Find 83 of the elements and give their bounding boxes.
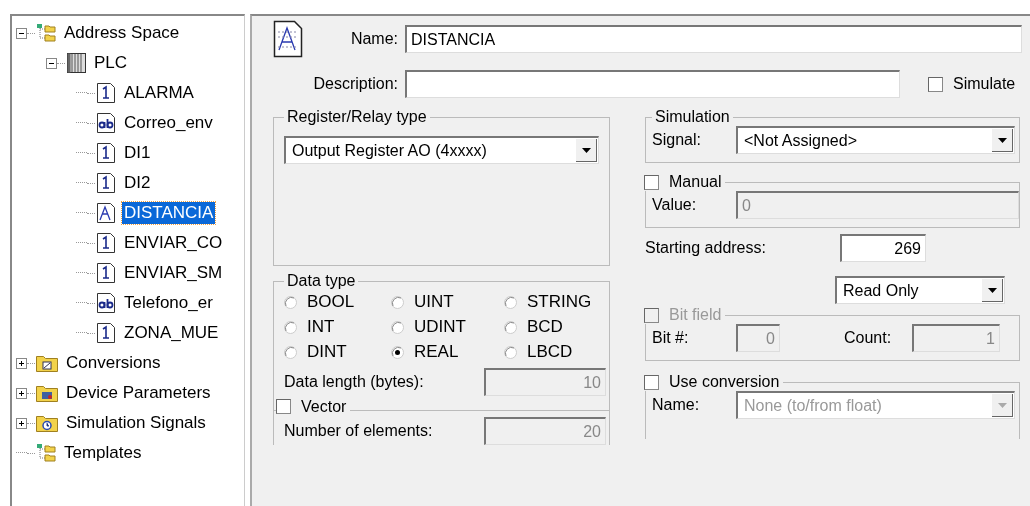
bit-tag-icon <box>95 172 117 194</box>
analog-tag-icon <box>95 202 117 224</box>
field-label: Name: <box>652 396 701 414</box>
bit-tag-icon <box>95 142 117 164</box>
collapse-icon[interactable] <box>46 57 57 69</box>
tree-item[interactable]: ENVIAR_CO <box>122 232 225 254</box>
radio-button[interactable] <box>391 295 404 309</box>
tree-item[interactable]: Address Space <box>62 22 182 44</box>
tree-item[interactable]: PLC <box>92 52 130 74</box>
radio-button[interactable] <box>391 345 404 359</box>
tree-item[interactable]: Conversions <box>64 352 163 374</box>
radio-button[interactable] <box>284 295 297 309</box>
radio-button[interactable] <box>504 320 517 334</box>
folder-icon <box>35 353 59 373</box>
group-title: Register/Relay type <box>286 108 428 126</box>
caret-icon <box>581 147 591 153</box>
text-tag-icon <box>95 292 117 314</box>
tree-item[interactable]: DI1 <box>122 142 153 164</box>
field-label: Count: <box>844 329 893 347</box>
folder-icon <box>35 413 59 433</box>
folder-tree-icon <box>35 443 57 463</box>
field-label: Bit #: <box>652 329 690 347</box>
radio-button[interactable] <box>284 320 297 334</box>
field-label: Data length (bytes): <box>284 373 424 391</box>
access-dropdown[interactable]: Read Only <box>835 276 1005 304</box>
folder-tree-icon <box>35 23 57 43</box>
radio-button[interactable] <box>504 295 517 309</box>
device-icon <box>65 52 87 74</box>
expand-icon[interactable] <box>16 357 27 369</box>
expand-icon[interactable] <box>16 387 27 399</box>
radio-label: STRING <box>527 292 592 312</box>
tree-item[interactable]: ENVIAR_SM <box>122 262 225 284</box>
group-title: Simulation <box>654 108 731 126</box>
checkbox-label: Use conversion <box>669 373 780 391</box>
checkbox-label: Simulate <box>953 75 1016 93</box>
folder-icon <box>35 383 59 403</box>
name-field[interactable]: DISTANCIA <box>405 25 1022 53</box>
field-label: Description: <box>313 75 398 93</box>
radio-button[interactable] <box>284 345 297 359</box>
caret-icon <box>997 137 1007 143</box>
radio-button[interactable] <box>391 320 404 334</box>
radio-label: REAL <box>414 342 459 362</box>
expand-icon[interactable] <box>16 417 27 429</box>
field-label: Name: <box>350 30 398 48</box>
radio-label: BCD <box>527 317 563 337</box>
field-label: Signal: <box>652 131 702 149</box>
group-title: Data type <box>286 272 357 290</box>
checkbox-label: Manual <box>669 173 722 191</box>
tree-item[interactable]: Device Parameters <box>64 382 213 404</box>
field-label: Value: <box>652 196 698 214</box>
field-label: Starting address: <box>645 239 767 257</box>
tree-item[interactable]: Templates <box>62 442 144 464</box>
bit-tag-icon <box>95 262 117 284</box>
checkbox[interactable] <box>928 76 943 92</box>
bit-tag-icon <box>95 232 117 254</box>
starting-address-field[interactable]: 269 <box>840 234 926 262</box>
text-tag-icon <box>95 112 117 134</box>
radio-label: UINT <box>414 292 454 312</box>
analog-tag-icon <box>273 20 303 58</box>
tree-item[interactable]: Simulation Signals <box>64 412 208 434</box>
checkbox-label: Bit field <box>669 306 722 324</box>
field-label: Number of elements: <box>284 422 433 440</box>
bit-tag-icon <box>95 82 117 104</box>
radio-label: BOOL <box>307 292 355 312</box>
radio-button[interactable] <box>504 345 517 359</box>
description-field[interactable] <box>405 70 900 98</box>
signal-dropdown[interactable]: <Not Assigned> <box>736 126 1015 154</box>
checkbox-label: Vector <box>301 397 347 416</box>
tree-item[interactable]: Telefono_er <box>122 292 215 314</box>
caret-icon <box>997 402 1007 408</box>
tree-item[interactable]: DISTANCIA <box>122 202 216 224</box>
tree-item[interactable]: ZONA_MUE <box>122 322 221 344</box>
caret-icon <box>987 287 997 293</box>
radio-label: DINT <box>307 342 347 362</box>
tree-item[interactable]: ALARMA <box>122 82 196 104</box>
radio-label: INT <box>307 317 335 337</box>
tree-item[interactable]: DI2 <box>122 172 153 194</box>
register-type-dropdown[interactable]: Output Register AO (4xxxx) <box>284 136 599 164</box>
tree-item[interactable]: Correo_env <box>122 112 215 134</box>
radio-label: LBCD <box>527 342 573 362</box>
collapse-icon[interactable] <box>16 27 27 39</box>
radio-label: UDINT <box>414 317 466 337</box>
bit-tag-icon <box>95 322 117 344</box>
